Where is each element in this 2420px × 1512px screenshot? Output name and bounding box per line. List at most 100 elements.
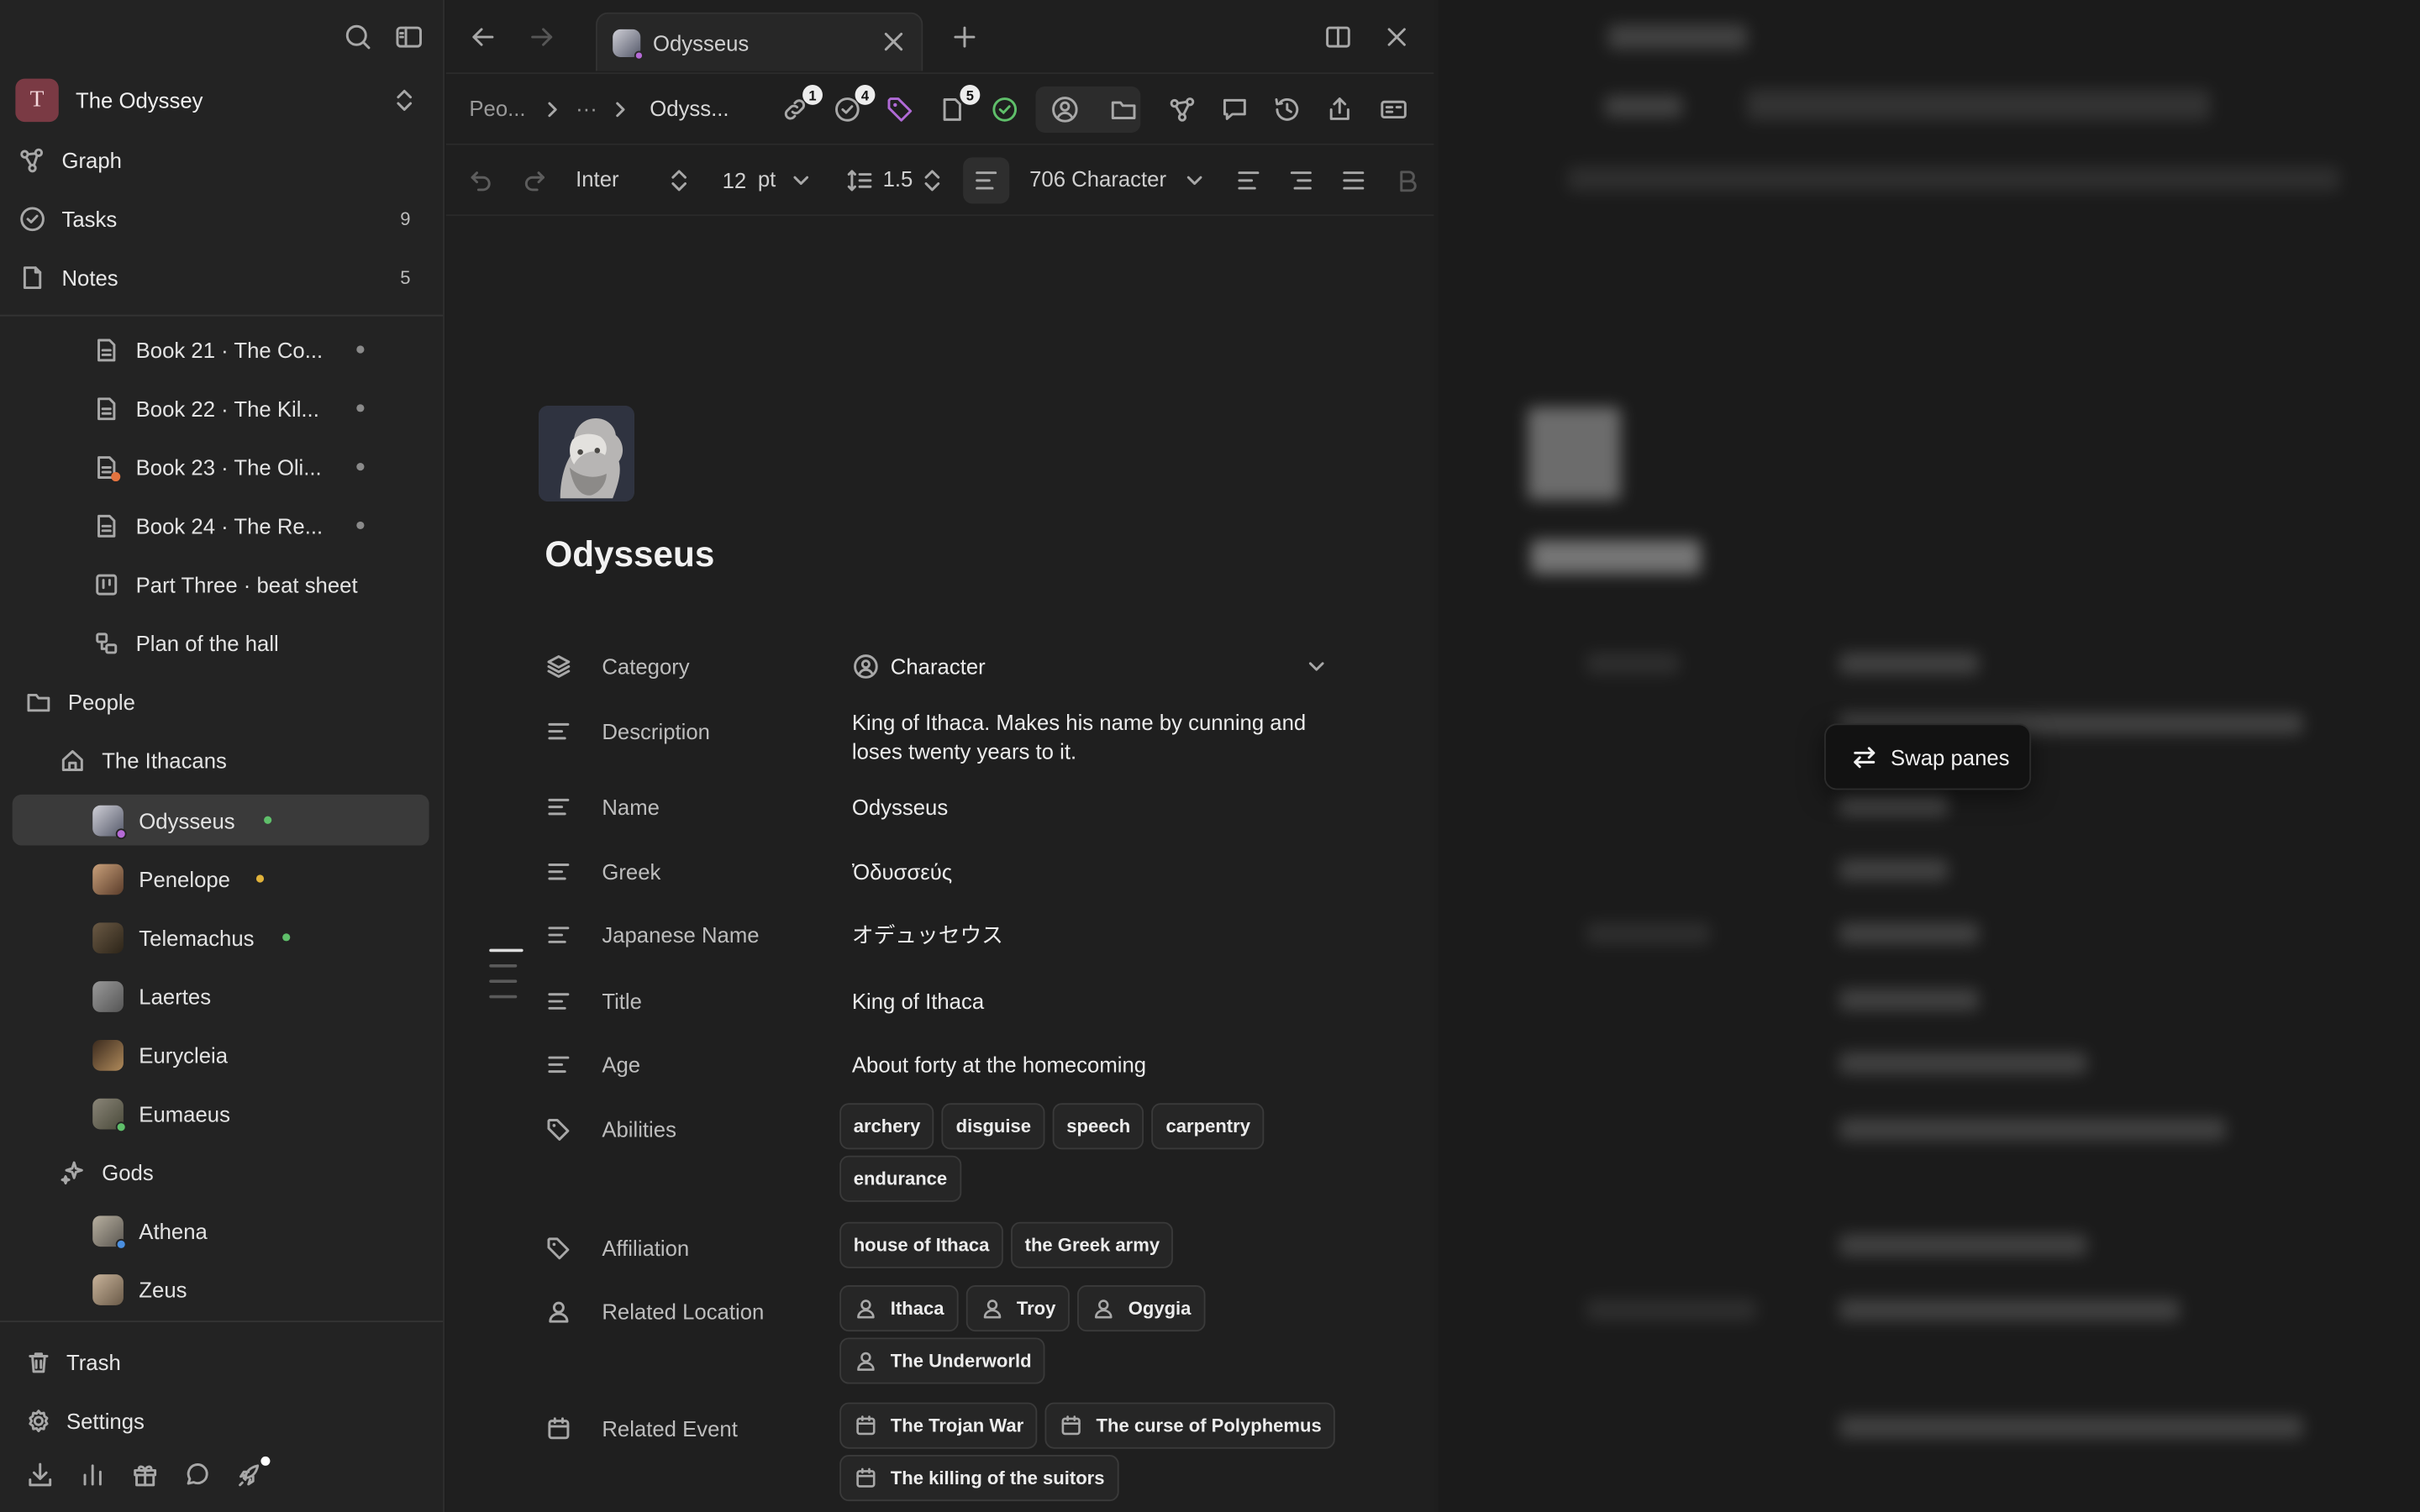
chevron-updown-icon[interactable] — [668, 166, 690, 194]
tree-item-label: Book 22 · The Kil... — [135, 396, 319, 422]
swap-panes-button[interactable]: Swap panes — [1824, 723, 2032, 790]
search-icon[interactable] — [343, 22, 374, 53]
links-badge: 1 — [802, 85, 823, 105]
forward-arrow-icon[interactable] — [526, 22, 557, 53]
ability-chip[interactable]: archery — [839, 1103, 934, 1150]
affiliation-chip[interactable]: the Greek army — [1011, 1221, 1174, 1268]
text-lines-icon — [544, 858, 572, 885]
page-title[interactable]: Odysseus — [544, 534, 714, 576]
tree-item-label: Telemachus — [139, 926, 255, 951]
tree-folder-gods[interactable]: Gods — [59, 1149, 476, 1195]
align-left-icon[interactable] — [1234, 166, 1262, 194]
tree-folder-people[interactable]: People — [24, 679, 441, 725]
template-select[interactable]: 706 Character — [1029, 166, 1166, 191]
location-chip[interactable]: Troy — [965, 1285, 1070, 1332]
chevron-down-icon[interactable] — [790, 170, 812, 192]
outline-indicator[interactable] — [489, 948, 523, 1011]
affiliation-chip[interactable]: house of Ithaca — [839, 1221, 1003, 1268]
workspace-switcher[interactable]: T The Odyssey — [15, 77, 429, 123]
document-icon — [92, 395, 120, 423]
comment-icon[interactable] — [1219, 94, 1250, 125]
back-arrow-icon[interactable] — [468, 22, 499, 53]
location-chip[interactable]: Ogygia — [1077, 1285, 1205, 1332]
description-value[interactable]: King of Ithaca. Makes his name by cunnin… — [852, 708, 1346, 767]
age-value[interactable]: About forty at the homecoming — [852, 1051, 1346, 1080]
history-icon[interactable] — [1271, 94, 1302, 125]
text-lines-icon — [544, 988, 572, 1016]
text-lines-icon — [544, 921, 572, 949]
breadcrumb-current[interactable]: Odyss... — [650, 96, 729, 120]
trash-button[interactable]: Trash — [24, 1339, 121, 1385]
bold-icon[interactable] — [1394, 166, 1422, 194]
japanese-name-value[interactable]: オデュッセウス — [852, 921, 1346, 951]
task-check-icon[interactable]: 4 — [832, 85, 876, 125]
stats-icon[interactable] — [77, 1460, 108, 1491]
tab-odysseus[interactable]: Odysseus — [595, 12, 923, 71]
workspace-avatar: T — [15, 78, 59, 123]
tree-folder-ithacans[interactable]: The Ithacans — [59, 738, 476, 784]
chip-label: The Trojan War — [890, 1415, 1024, 1437]
align-right-icon[interactable] — [1287, 166, 1315, 194]
rocket-icon[interactable] — [234, 1456, 271, 1491]
name-value[interactable]: Odysseus — [852, 793, 1346, 822]
status-dot — [356, 404, 365, 412]
status-check-icon[interactable] — [989, 94, 1020, 125]
align-left-button[interactable] — [963, 157, 1010, 204]
chevron-down-icon[interactable] — [1306, 656, 1328, 678]
chip-label: Troy — [1016, 1297, 1056, 1320]
undo-icon[interactable] — [468, 166, 496, 194]
event-chip[interactable]: The curse of Polyphemus — [1044, 1402, 1336, 1449]
font-size-value[interactable]: 12 — [723, 168, 747, 192]
close-icon[interactable] — [881, 29, 906, 54]
new-tab-icon[interactable] — [950, 22, 981, 53]
status-dot — [264, 816, 272, 824]
note-icon — [18, 264, 46, 291]
close-pane-icon[interactable] — [1381, 22, 1413, 53]
document-toolbar: Peo... ··· Odyss... 1 4 5 — [445, 74, 1434, 145]
status-dot — [282, 933, 291, 942]
greek-value[interactable]: Ὀδυσσεύς — [852, 858, 1346, 887]
align-justify-icon[interactable] — [1339, 166, 1367, 194]
breadcrumb-people[interactable]: Peo... — [469, 96, 525, 120]
id-card-icon[interactable] — [1378, 94, 1409, 125]
nav-tasks[interactable]: Tasks 9 — [18, 196, 426, 242]
sidebar-divider — [0, 314, 444, 317]
location-chip[interactable]: Ithaca — [839, 1285, 959, 1332]
tree-item-odysseus[interactable]: Odysseus — [12, 794, 429, 846]
folder-icon[interactable] — [1108, 94, 1139, 125]
share-icon[interactable] — [1324, 94, 1355, 125]
breadcrumb-ellipsis[interactable]: ··· — [576, 96, 597, 120]
ability-chip[interactable]: carpentry — [1151, 1103, 1265, 1150]
tree-item-label: People — [67, 690, 135, 715]
download-icon[interactable] — [24, 1460, 55, 1491]
secondary-pane[interactable]: Swap panes — [1438, 0, 2420, 1512]
location-chip[interactable]: The Underworld — [839, 1337, 1046, 1384]
ability-chip[interactable]: endurance — [839, 1155, 961, 1202]
chevron-updown-icon[interactable] — [922, 166, 944, 194]
split-view-icon[interactable] — [1323, 22, 1354, 53]
chevron-down-icon[interactable] — [1184, 170, 1206, 192]
chat-icon[interactable] — [182, 1460, 213, 1491]
docs-icon[interactable]: 5 — [937, 85, 981, 125]
gift-icon[interactable] — [129, 1460, 160, 1491]
font-select[interactable]: Inter — [576, 166, 618, 191]
ability-chip[interactable]: speech — [1052, 1103, 1144, 1150]
event-chip[interactable]: The killing of the suitors — [839, 1455, 1119, 1502]
workspace-name: The Odyssey — [76, 87, 203, 113]
avatar — [92, 981, 124, 1012]
event-chip[interactable]: The Trojan War — [839, 1402, 1038, 1449]
redo-icon[interactable] — [520, 166, 548, 194]
ability-chip[interactable]: disguise — [942, 1103, 1045, 1150]
tag-icon[interactable] — [884, 94, 915, 125]
nav-notes[interactable]: Notes 5 — [18, 255, 426, 301]
nav-graph[interactable]: Graph — [18, 137, 426, 183]
person-circle-icon[interactable] — [1050, 94, 1081, 125]
line-height-value[interactable]: 1.5 — [883, 166, 913, 191]
settings-button[interactable]: Settings — [24, 1398, 145, 1444]
toggle-sidebar-icon[interactable] — [393, 22, 424, 53]
graph-icon[interactable] — [1167, 94, 1198, 125]
character-portrait[interactable] — [539, 406, 634, 501]
link-icon[interactable]: 1 — [780, 85, 823, 125]
title-value[interactable]: King of Ithaca — [852, 988, 1346, 1017]
calendar-icon — [544, 1415, 572, 1442]
